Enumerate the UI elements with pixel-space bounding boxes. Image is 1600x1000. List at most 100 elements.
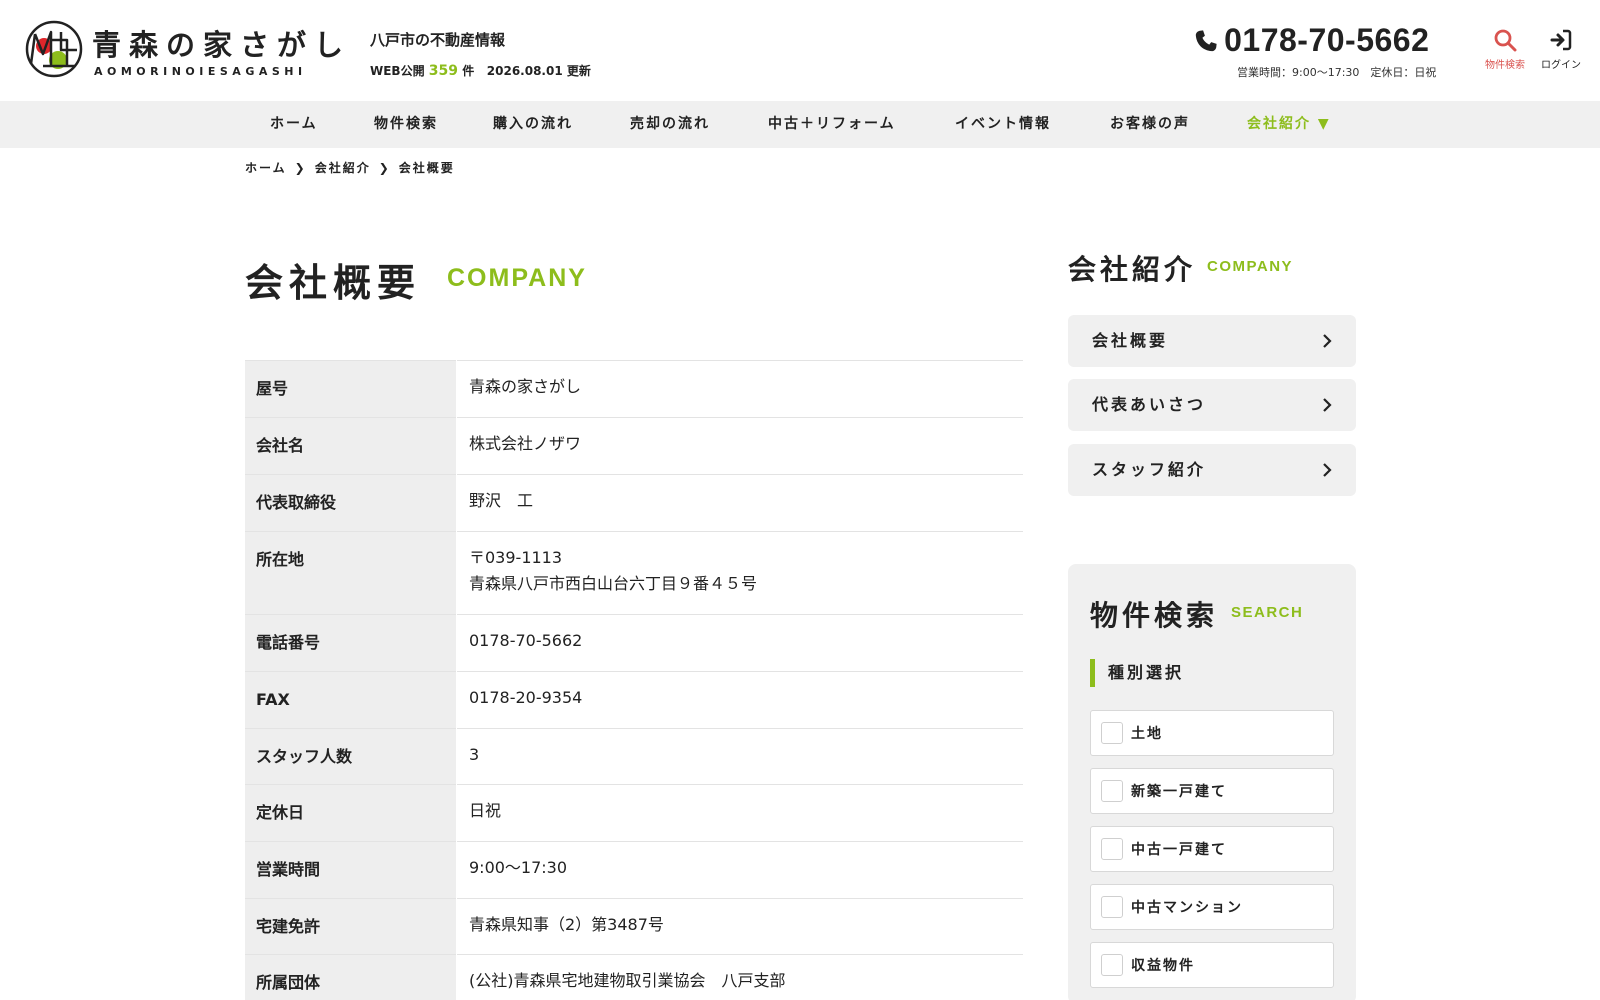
table-row: FAX 0178-20-9354	[245, 668, 1023, 729]
table-row: スタッフ人数 3	[245, 725, 1023, 785]
checkbox[interactable]	[1101, 896, 1123, 918]
row-value: 9:00〜17:30	[456, 838, 1023, 898]
postal-code: 〒039-1113	[469, 548, 563, 567]
kind-option-label: 新築一戸建て	[1131, 784, 1227, 800]
row-label: FAX	[245, 672, 456, 728]
nav-used-reform[interactable]: 中古＋リフォーム	[768, 101, 896, 148]
nav-property-search[interactable]: 物件検索	[374, 101, 438, 148]
search-panel-title: 物件検索	[1090, 599, 1219, 632]
header-search-button[interactable]: 物件検索	[1475, 28, 1535, 71]
sidebar-link-staff[interactable]: スタッフ紹介	[1068, 444, 1356, 496]
row-label: 所属団体	[245, 955, 456, 1000]
site-tagline: 八戸市の不動産情報	[370, 31, 506, 49]
stock-suffix: 件	[462, 64, 475, 78]
sidebar-link-label: 会社概要	[1092, 331, 1169, 350]
nav-events[interactable]: イベント情報	[955, 101, 1051, 148]
update-date: 2026.08.01 更新	[486, 64, 591, 78]
checkbox[interactable]	[1101, 722, 1123, 744]
company-table: 屋号 青森の家さがし 会社名 株式会社ノザワ 代表取締役 野沢 工 所在地 〒0…	[245, 357, 1023, 1000]
row-label: 宅建免許	[245, 899, 456, 954]
page-title: 会社概要	[245, 261, 422, 305]
table-row: 電話番号 0178-70-5662	[245, 611, 1023, 672]
nav-sale-flow[interactable]: 売却の流れ	[630, 101, 710, 148]
sidebar-link-greeting[interactable]: 代表あいさつ	[1068, 379, 1356, 431]
table-row: 所属団体 (公社)青森県宅地建物取引業協会 八戸支部	[245, 951, 1023, 1000]
row-label: 会社名	[245, 418, 456, 474]
table-row: 定休日 日祝	[245, 781, 1023, 842]
table-row: 宅建免許 青森県知事（2）第3487号	[245, 895, 1023, 955]
phone-icon	[1195, 29, 1217, 51]
sidebar-title: 会社紹介	[1068, 253, 1197, 286]
row-label: 電話番号	[245, 615, 456, 671]
sidebar-title-en: COMPANY	[1207, 258, 1294, 275]
sidebar-link-label: 代表あいさつ	[1092, 395, 1207, 414]
row-value: 〒039-1113 青森県八戸市西白山台六丁目９番４５号	[456, 528, 1023, 614]
table-row: 営業時間 9:00〜17:30	[245, 838, 1023, 899]
row-value: 0178-20-9354	[456, 668, 1023, 728]
breadcrumb-company[interactable]: 会社紹介	[315, 161, 371, 175]
kind-option-label: 収益物件	[1131, 958, 1195, 974]
chevron-right-icon	[1323, 463, 1332, 477]
kind-select-heading: 種別選択	[1090, 659, 1184, 687]
nav-company[interactable]: 会社紹介 ▼	[1247, 101, 1331, 148]
nav-purchase-flow[interactable]: 購入の流れ	[493, 101, 573, 148]
sidebar-link-company-overview[interactable]: 会社概要	[1068, 315, 1356, 367]
kind-option-new-house[interactable]: 新築一戸建て	[1090, 768, 1334, 814]
logo-icon[interactable]	[25, 20, 83, 78]
nav-home[interactable]: ホーム	[270, 101, 318, 148]
nav-customer-voice[interactable]: お客様の声	[1110, 101, 1190, 148]
address: 青森県八戸市西白山台六丁目９番４５号	[469, 574, 758, 593]
kind-option-label: 土地	[1131, 726, 1163, 742]
row-label: 屋号	[245, 361, 456, 417]
row-label: スタッフ人数	[245, 729, 456, 784]
row-value: 株式会社ノザワ	[456, 414, 1023, 474]
table-row: 屋号 青森の家さがし	[245, 357, 1023, 418]
breadcrumb: ホーム ❯ 会社紹介 ❯ 会社概要	[245, 159, 455, 176]
phone-contact[interactable]: 0178-70-5662	[1193, 22, 1429, 59]
checkbox[interactable]	[1101, 954, 1123, 976]
kind-option-land[interactable]: 土地	[1090, 710, 1334, 756]
kind-option-used-house[interactable]: 中古一戸建て	[1090, 826, 1334, 872]
logo-text-en: AOMORINOIESAGASHI	[94, 65, 307, 78]
site-header: 青森の家さがし AOMORINOIESAGASHI 八戸市の不動産情報 WEB公…	[0, 0, 1600, 101]
stock-info: WEB公開 359 件 2026.08.01 更新	[370, 62, 591, 79]
table-row: 会社名 株式会社ノザワ	[245, 414, 1023, 475]
row-value: 野沢 工	[456, 471, 1023, 531]
search-panel-title-en: SEARCH	[1231, 604, 1304, 621]
chevron-right-icon	[1323, 334, 1332, 348]
chevron-right-icon	[1323, 398, 1332, 412]
stock-count: 359	[428, 63, 459, 79]
row-label: 営業時間	[245, 842, 456, 898]
row-value: 0178-70-5662	[456, 611, 1023, 671]
row-value: 青森の家さがし	[456, 357, 1023, 417]
header-search-label: 物件検索	[1485, 60, 1525, 71]
business-hours: 営業時間：9:00〜17:30 定休日：日祝	[1237, 66, 1437, 79]
stock-prefix: WEB公開	[370, 64, 425, 78]
login-icon	[1550, 29, 1572, 51]
header-login-button[interactable]: ログイン	[1531, 28, 1591, 71]
row-value: 3	[456, 725, 1023, 784]
row-label: 定休日	[245, 785, 456, 841]
row-value: 日祝	[456, 781, 1023, 841]
chevron-right-icon: ❯	[294, 161, 307, 175]
sidebar-link-label: スタッフ紹介	[1092, 460, 1207, 479]
logo-text[interactable]: 青森の家さがし	[92, 22, 351, 64]
table-row: 所在地 〒039-1113 青森県八戸市西白山台六丁目９番４５号	[245, 528, 1023, 615]
breadcrumb-home[interactable]: ホーム	[245, 161, 287, 175]
row-value: (公社)青森県宅地建物取引業協会 八戸支部	[456, 951, 1023, 1000]
kind-option-used-mansion[interactable]: 中古マンション	[1090, 884, 1334, 930]
search-icon	[1494, 29, 1517, 52]
chevron-right-icon: ❯	[378, 161, 391, 175]
checkbox[interactable]	[1101, 780, 1123, 802]
row-label: 代表取締役	[245, 475, 456, 531]
phone-number[interactable]: 0178-70-5662	[1224, 22, 1429, 59]
checkbox[interactable]	[1101, 838, 1123, 860]
header-login-label: ログイン	[1541, 60, 1581, 71]
breadcrumb-current: 会社概要	[398, 161, 455, 175]
global-nav: ホーム 物件検索 購入の流れ 売却の流れ 中古＋リフォーム イベント情報 お客様…	[0, 101, 1600, 148]
property-search-panel: 物件検索 SEARCH 種別選択 土地 新築一戸建て 中古一戸建て 中古マンショ…	[1068, 564, 1356, 1000]
kind-option-income[interactable]: 収益物件	[1090, 942, 1334, 988]
kind-option-label: 中古一戸建て	[1131, 842, 1227, 858]
kind-option-label: 中古マンション	[1131, 900, 1243, 916]
row-label: 所在地	[245, 532, 456, 614]
